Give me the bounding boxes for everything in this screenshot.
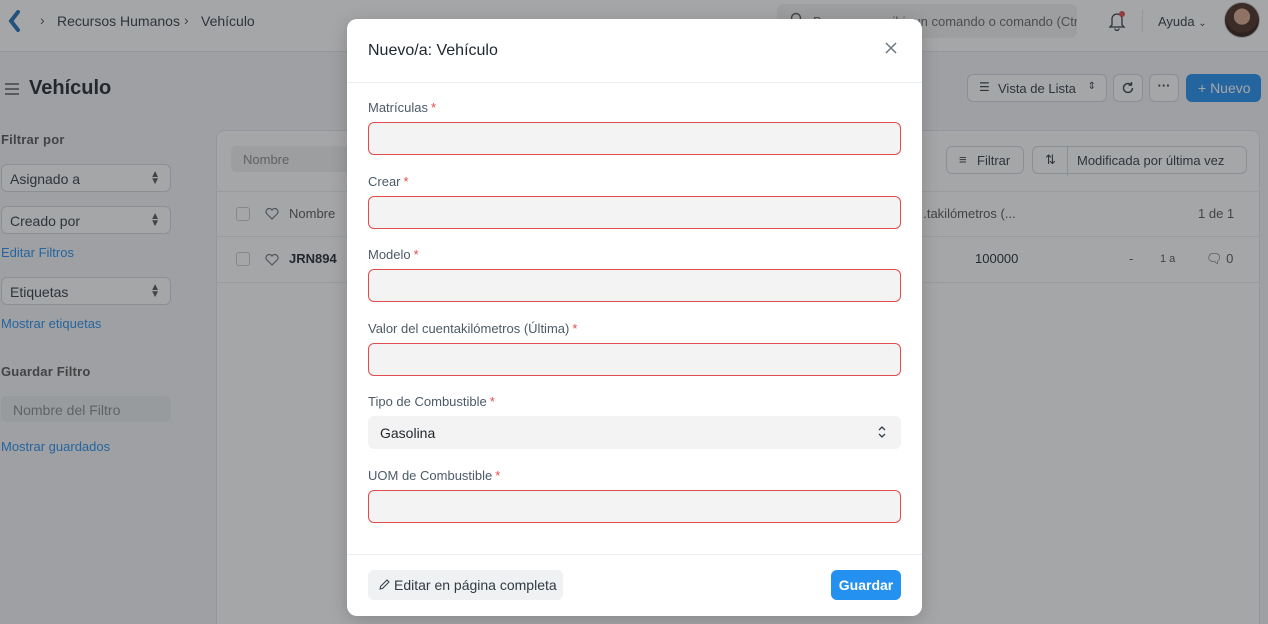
close-icon[interactable] bbox=[884, 41, 898, 55]
odometer-input[interactable] bbox=[368, 343, 901, 376]
dialog-footer-rule bbox=[347, 554, 922, 555]
pencil-icon bbox=[379, 579, 390, 590]
fuel-uom-input[interactable] bbox=[368, 490, 901, 523]
fuel-uom-label: UOM de Combustible * bbox=[368, 468, 500, 483]
required-mark: * bbox=[413, 247, 419, 262]
fuel-uom-label-text: UOM de Combustible bbox=[368, 468, 493, 483]
dialog-title: Nuevo/a: Vehículo bbox=[368, 42, 498, 59]
fuel-type-select[interactable]: Gasolina bbox=[368, 416, 901, 449]
make-label: Crear * bbox=[368, 174, 409, 189]
license-plate-label-text: Matrículas bbox=[368, 100, 428, 115]
model-input[interactable] bbox=[368, 269, 901, 302]
edit-full-page-label: Editar en página completa bbox=[394, 577, 557, 593]
fuel-type-label: Tipo de Combustible * bbox=[368, 394, 495, 409]
model-label-text: Modelo bbox=[368, 247, 411, 262]
save-button[interactable]: Guardar bbox=[831, 570, 901, 600]
required-mark: * bbox=[495, 468, 501, 483]
model-label: Modelo * bbox=[368, 247, 419, 262]
odometer-label-text: Valor del cuentakilómetros (Última) bbox=[368, 321, 570, 336]
required-mark: * bbox=[572, 321, 578, 336]
make-input[interactable] bbox=[368, 196, 901, 229]
edit-full-page-button[interactable]: Editar en página completa bbox=[368, 570, 563, 600]
fuel-type-label-text: Tipo de Combustible bbox=[368, 394, 487, 409]
required-mark: * bbox=[403, 174, 409, 189]
dialog-header-rule bbox=[347, 82, 922, 83]
license-plate-label: Matrículas * bbox=[368, 100, 436, 115]
required-mark: * bbox=[489, 394, 495, 409]
license-plate-input[interactable] bbox=[368, 122, 901, 155]
updown-icon bbox=[878, 426, 886, 438]
required-mark: * bbox=[430, 100, 437, 115]
new-vehicle-dialog: Nuevo/a: Vehículo Matrículas * Crear * Mod… bbox=[347, 19, 922, 616]
fuel-type-value: Gasolina bbox=[380, 425, 436, 441]
odometer-label: Valor del cuentakilómetros (Última) * bbox=[368, 321, 577, 336]
make-label-text: Crear bbox=[368, 174, 401, 189]
